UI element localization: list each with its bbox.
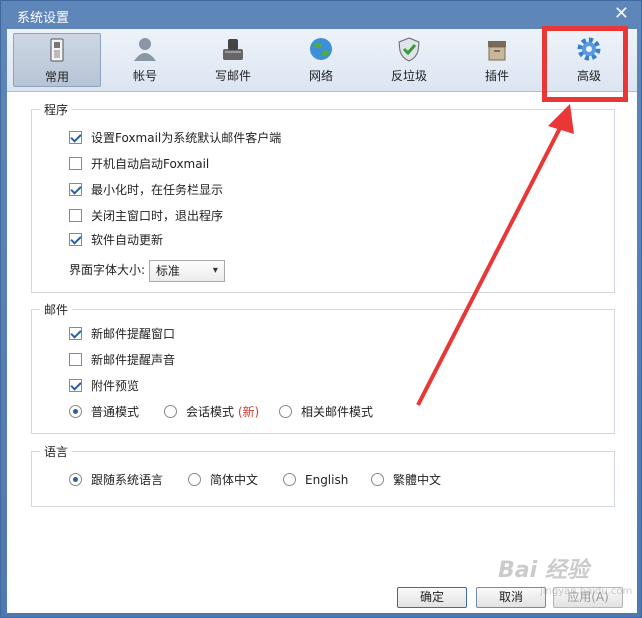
watermark-logo: Bai 经验 — [498, 558, 589, 583]
watermark-url: jingyan.baidu.com — [540, 586, 633, 597]
annotation-arrow-icon — [416, 104, 574, 406]
